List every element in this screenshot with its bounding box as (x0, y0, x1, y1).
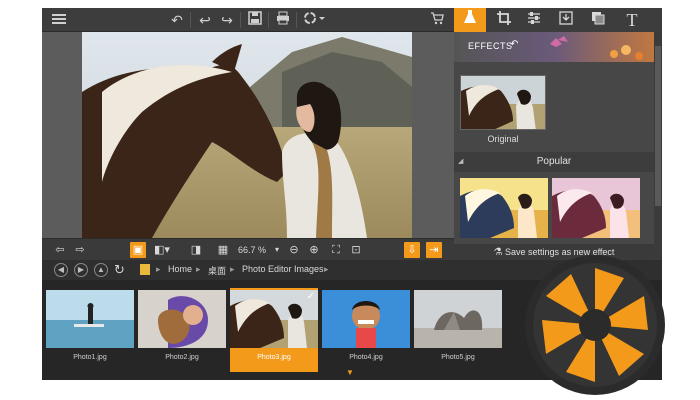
menu-icon[interactable] (50, 11, 68, 29)
before-after-icon[interactable]: ▣ (130, 242, 146, 258)
breadcrumb-separator-icon: ▸ (324, 264, 329, 274)
adjust-tab-icon[interactable] (518, 8, 550, 32)
file-thumb-image (46, 290, 134, 348)
breadcrumb-desktop[interactable]: 桌面 (208, 264, 226, 277)
export-tab-icon[interactable] (550, 8, 582, 32)
popular-effect-thumb[interactable] (460, 178, 548, 238)
breadcrumb-separator-icon: ▸ (196, 264, 201, 274)
text-tab-icon[interactable]: T (616, 8, 648, 32)
panel-tabs: T (454, 8, 662, 32)
effects-scrollbar[interactable] (654, 32, 662, 260)
file-name: Photo2.jpg (165, 354, 199, 361)
canvas-controls: ⇦ ⇨ ▣ ◧▾ ◨ ▦ 66.7 % ▾ ⊖ ⊕ ⛶ ⊡ ⇩ ⇥ (42, 238, 454, 260)
file-thumb-image (414, 290, 502, 348)
file-thumb[interactable]: Photo5.jpg (414, 288, 502, 372)
popular-label: Popular (536, 156, 572, 167)
file-thumb-image (322, 290, 410, 348)
exit-icon[interactable]: ⇥ (426, 242, 442, 258)
image-canvas[interactable] (42, 32, 454, 238)
file-name: Photo4.jpg (349, 354, 383, 361)
file-name: Photo1.jpg (73, 354, 107, 361)
breadcrumb-separator-icon: ▸ (156, 264, 161, 274)
rotate-icon[interactable]: ↶ (168, 11, 186, 29)
zoom-dropdown-icon[interactable]: ▾ (272, 242, 282, 258)
breadcrumb-folder[interactable]: Photo Editor Images (242, 264, 324, 274)
share-icon[interactable] (302, 11, 326, 29)
popular-effect-thumb[interactable] (552, 178, 640, 238)
fit-screen-icon[interactable]: ⛶ (328, 242, 344, 258)
file-name: Photo3.jpg (257, 354, 291, 361)
crop-tab-icon[interactable] (488, 8, 520, 32)
next-image-icon[interactable]: ⇨ (72, 242, 88, 258)
save-effect-icon: ⚗ (493, 247, 503, 258)
save-icon[interactable] (246, 11, 264, 29)
zoom-level[interactable]: 66.7 % (232, 242, 272, 258)
checkmark-icon: ✓ (306, 291, 315, 302)
split-view-icon[interactable]: ◨ (188, 242, 204, 258)
effects-tab-icon[interactable] (454, 8, 486, 32)
fit-icon[interactable]: ▦ (216, 242, 230, 258)
file-thumb-selected[interactable]: ✓ Photo3.jpg (230, 288, 318, 372)
file-thumb-image: ✓ (230, 290, 318, 348)
zoom-in-icon[interactable]: ⊕ (306, 242, 322, 258)
actual-size-icon[interactable]: ⊡ (348, 242, 364, 258)
cart-icon[interactable] (428, 11, 446, 29)
zoom-out-icon[interactable]: ⊖ (286, 242, 302, 258)
up-folder-icon[interactable]: ▲ (94, 263, 108, 277)
breadcrumb-separator-icon: ▸ (230, 264, 235, 274)
file-thumb[interactable]: Photo4.jpg (322, 288, 410, 372)
breadcrumb-home[interactable]: Home (168, 264, 192, 274)
main-toolbar: ↶ ↩ ↪ (42, 8, 454, 32)
original-label: Original (487, 134, 519, 144)
file-name: Photo5.jpg (441, 354, 475, 361)
file-thumb[interactable]: Photo1.jpg (46, 288, 134, 372)
import-icon[interactable]: ⇩ (404, 242, 420, 258)
layers-tab-icon[interactable] (582, 8, 614, 32)
back-nav-icon[interactable]: ◀ (54, 263, 68, 277)
back-arrow-icon[interactable]: ↶ (510, 39, 518, 50)
folder-icon (140, 264, 150, 275)
popular-section-header[interactable]: ◢ Popular (454, 152, 654, 172)
app-logo-icon (524, 254, 666, 396)
effects-header: EFFECTS ↶ (454, 32, 654, 62)
forward-nav-icon[interactable]: ▶ (74, 263, 88, 277)
redo-icon[interactable]: ↪ (218, 11, 236, 29)
effects-scrollbar-thumb[interactable] (655, 46, 661, 206)
refresh-icon[interactable]: ↻ (114, 262, 125, 278)
file-thumb-image (138, 290, 226, 348)
prev-image-icon[interactable]: ⇦ (52, 242, 68, 258)
file-thumb[interactable]: Photo2.jpg (138, 288, 226, 372)
effects-title: EFFECTS (468, 41, 513, 51)
expand-strip-icon[interactable]: ▼ (346, 368, 354, 377)
print-icon[interactable] (274, 11, 292, 29)
main-photo[interactable] (82, 32, 412, 238)
undo-icon[interactable]: ↩ (196, 11, 214, 29)
compare-mode-icon[interactable]: ◧▾ (150, 242, 174, 258)
effects-panel: EFFECTS ↶ Original ◢ Popular ⚗ Save sett… (454, 32, 662, 260)
original-effect-thumb[interactable] (460, 75, 546, 130)
